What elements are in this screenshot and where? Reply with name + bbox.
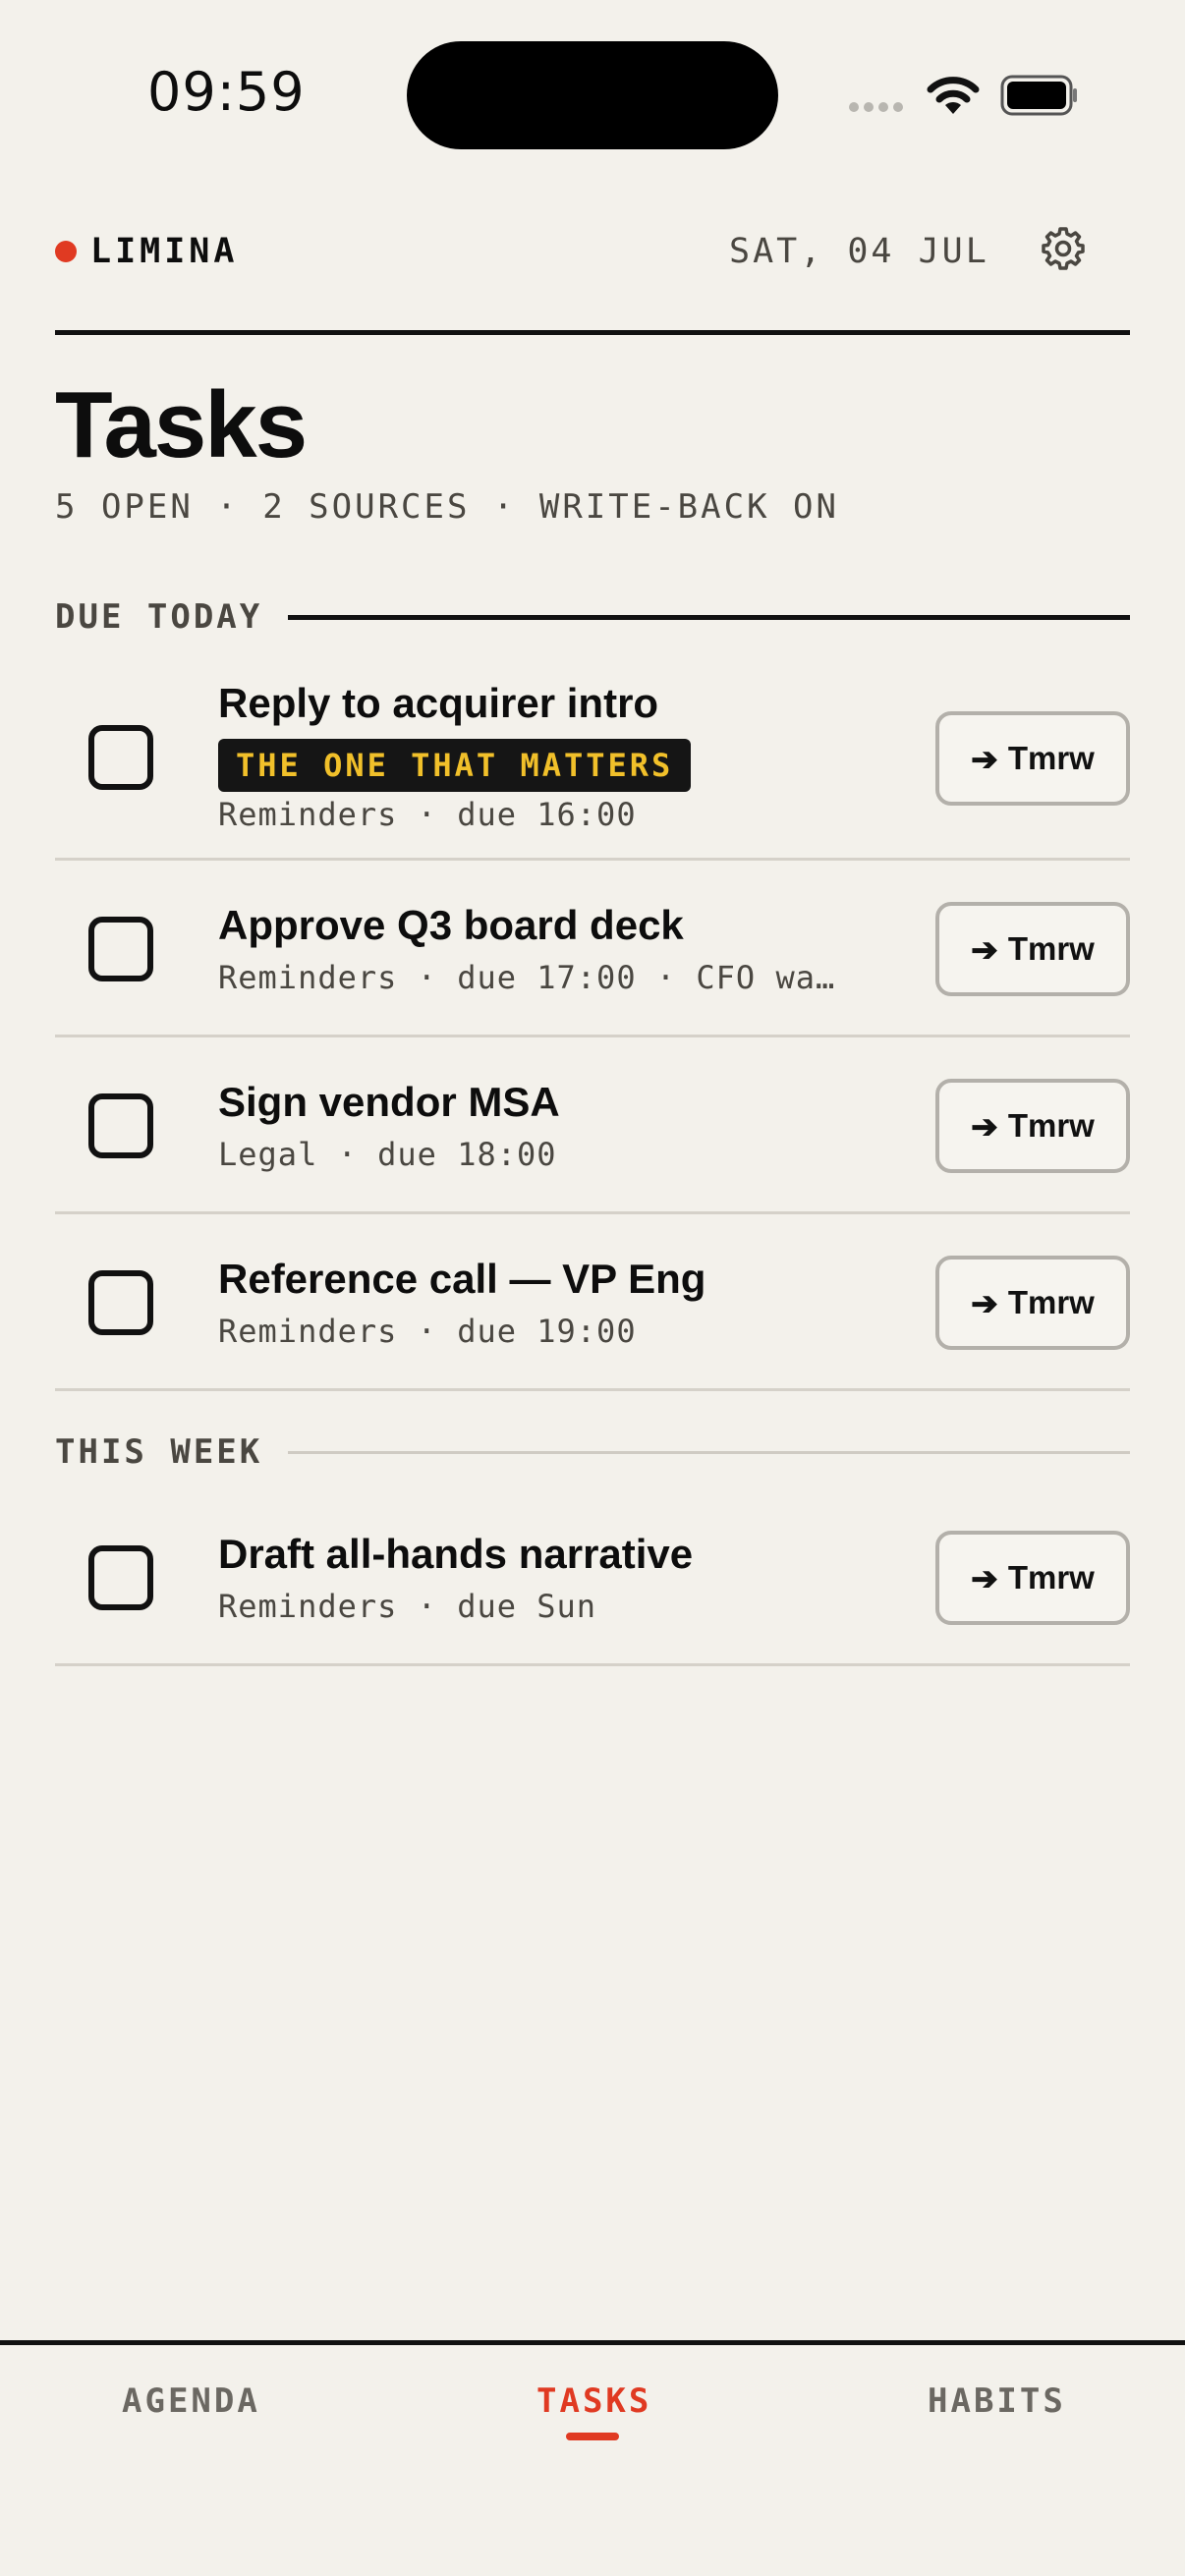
task-checkbox[interactable] [88,725,153,790]
header-date: SAT, 04 JUL [729,232,989,271]
section-label: DUE TODAY [55,597,263,637]
cellular-signal-icon [849,102,903,112]
task-title: Draft all-hands narrative [218,1531,694,1577]
defer-tomorrow-button[interactable]: ➔ Tmrw [935,1531,1130,1625]
task-row: Reference call — VP Eng Reminders · due … [55,1214,1130,1391]
defer-button-label: Tmrw [1007,1284,1095,1320]
brand-name: LIMINA [90,232,239,271]
wifi-icon [927,77,980,114]
arrow-right-icon: ➔ [971,1107,998,1145]
arrow-right-icon: ➔ [971,740,998,777]
task-row: Sign vendor MSA Legal · due 18:00 ➔ Tmrw [55,1037,1130,1214]
task-title: Sign vendor MSA [218,1079,560,1125]
task-row: Draft all-hands narrative Reminders · du… [55,1489,1130,1666]
arrow-right-icon: ➔ [971,1284,998,1321]
section-this-week: THIS WEEK [55,1432,1130,1472]
priority-tag: THE ONE THAT MATTERS [218,739,692,792]
task-row: Reply to acquirer intro THE ONE THAT MAT… [55,656,1130,861]
tab-habits[interactable]: HABITS [928,2381,1066,2421]
page-title: Tasks [55,372,308,477]
task-row: Approve Q3 board deck Reminders · due 17… [55,861,1130,1037]
brand-dot-icon [55,241,77,262]
tabbar-divider [0,2340,1185,2345]
page-subtitle: 5 OPEN · 2 SOURCES · WRITE-BACK ON [55,487,839,527]
task-checkbox[interactable] [88,917,153,981]
defer-button-label: Tmrw [1007,740,1095,776]
header-divider [55,330,1130,335]
task-title: Reply to acquirer intro [218,680,659,726]
defer-tomorrow-button[interactable]: ➔ Tmrw [935,902,1130,996]
brand: LIMINA [55,232,238,271]
task-meta: Legal · due 18:00 [218,1136,557,1173]
defer-tomorrow-button[interactable]: ➔ Tmrw [935,711,1130,806]
task-checkbox[interactable] [88,1270,153,1335]
section-due-today: DUE TODAY [55,597,1130,637]
section-rule [288,1450,1130,1454]
task-meta: Reminders · due 16:00 [218,796,637,833]
battery-icon [1000,75,1077,116]
status-time: 09:59 [147,61,306,123]
tab-agenda[interactable]: AGENDA [122,2381,260,2421]
dynamic-island [407,41,778,149]
defer-button-label: Tmrw [1007,1559,1095,1596]
section-label: THIS WEEK [55,1432,263,1472]
defer-tomorrow-button[interactable]: ➔ Tmrw [935,1079,1130,1173]
arrow-right-icon: ➔ [971,930,998,968]
settings-gear-icon[interactable] [1040,224,1087,271]
task-title: Reference call — VP Eng [218,1256,706,1302]
task-title: Approve Q3 board deck [218,902,684,948]
task-meta: Reminders · due 19:00 [218,1313,637,1350]
defer-tomorrow-button[interactable]: ➔ Tmrw [935,1256,1130,1350]
task-checkbox[interactable] [88,1545,153,1610]
arrow-right-icon: ➔ [971,1559,998,1596]
active-tab-indicator [566,2433,619,2440]
tab-tasks[interactable]: TASKS [536,2381,651,2421]
task-checkbox[interactable] [88,1093,153,1158]
defer-button-label: Tmrw [1007,930,1095,967]
defer-button-label: Tmrw [1007,1107,1095,1144]
section-rule [288,614,1130,620]
task-meta: Reminders · due Sun [218,1588,597,1625]
task-meta: Reminders · due 17:00 · CFO wa… [218,959,836,996]
